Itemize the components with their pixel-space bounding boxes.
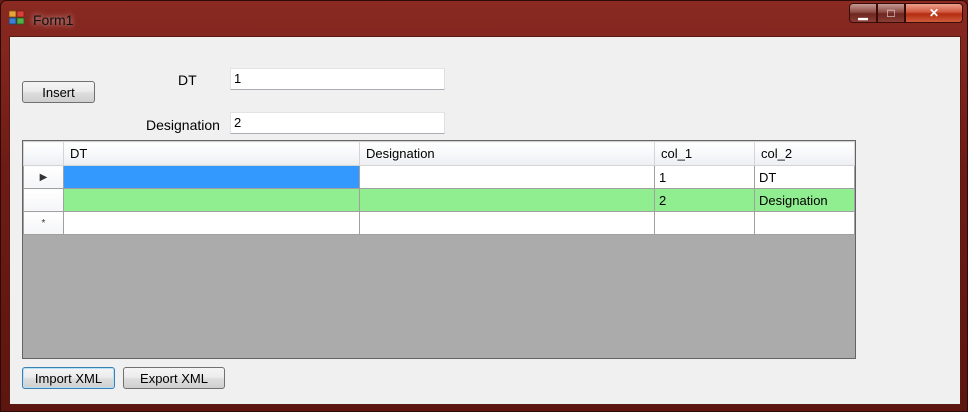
table-row[interactable]: ▶ 1 DT (23, 165, 855, 189)
form-icon (9, 10, 25, 25)
grid-cell[interactable]: DT (754, 165, 855, 189)
grid-cell[interactable] (63, 211, 360, 235)
new-row-indicator[interactable]: * (23, 211, 64, 235)
close-icon: ✕ (928, 6, 940, 20)
grid-header-row: DT Designation col_1 col_2 (23, 141, 855, 166)
grid-cell[interactable] (654, 211, 755, 235)
maximize-icon: □ (887, 6, 895, 20)
close-button[interactable]: ✕ (905, 3, 963, 23)
grid-corner-header[interactable] (23, 141, 64, 166)
dt-input[interactable]: 1 (230, 68, 445, 90)
designation-label: Designation (146, 117, 220, 133)
current-row-indicator[interactable]: ▶ (23, 165, 64, 189)
new-row[interactable]: * (23, 211, 855, 235)
minimize-icon: ▁ (858, 6, 868, 20)
import-xml-button[interactable]: Import XML (22, 367, 115, 389)
grid-table: DT Designation col_1 col_2 ▶ 1 DT 2 Desi… (23, 141, 855, 235)
table-row[interactable]: 2 Designation (23, 188, 855, 212)
designation-input[interactable]: 2 (230, 112, 445, 134)
title-bar[interactable]: Form1 ▁ □ ✕ (1, 1, 968, 35)
application-window: Form1 ▁ □ ✕ Insert DT 1 Designation 2 DT… (0, 0, 968, 412)
grid-cell[interactable]: 2 (654, 188, 755, 212)
insert-button[interactable]: Insert (22, 81, 95, 103)
grid-cell[interactable]: Designation (754, 188, 855, 212)
column-header-col-1[interactable]: col_1 (654, 141, 755, 166)
column-header-col-2[interactable]: col_2 (754, 141, 855, 166)
grid-cell-selected[interactable] (63, 165, 360, 189)
minimize-button[interactable]: ▁ (849, 3, 877, 23)
window-title: Form1 (33, 12, 74, 28)
grid-cell[interactable] (359, 188, 655, 212)
grid-cell[interactable] (63, 188, 360, 212)
maximize-button[interactable]: □ (877, 3, 905, 23)
data-grid[interactable]: DT Designation col_1 col_2 ▶ 1 DT 2 Desi… (22, 140, 856, 359)
caption-buttons: ▁ □ ✕ (849, 3, 963, 25)
export-xml-button[interactable]: Export XML (123, 367, 225, 389)
grid-cell[interactable]: 1 (654, 165, 755, 189)
row-header[interactable] (23, 188, 64, 212)
column-header-designation[interactable]: Designation (359, 141, 655, 166)
form-client-area: Insert DT 1 Designation 2 DT Designation… (9, 36, 961, 405)
column-header-dt[interactable]: DT (63, 141, 360, 166)
dt-label: DT (178, 72, 197, 88)
grid-cell[interactable] (359, 165, 655, 189)
grid-cell[interactable] (754, 211, 855, 235)
grid-cell[interactable] (359, 211, 655, 235)
